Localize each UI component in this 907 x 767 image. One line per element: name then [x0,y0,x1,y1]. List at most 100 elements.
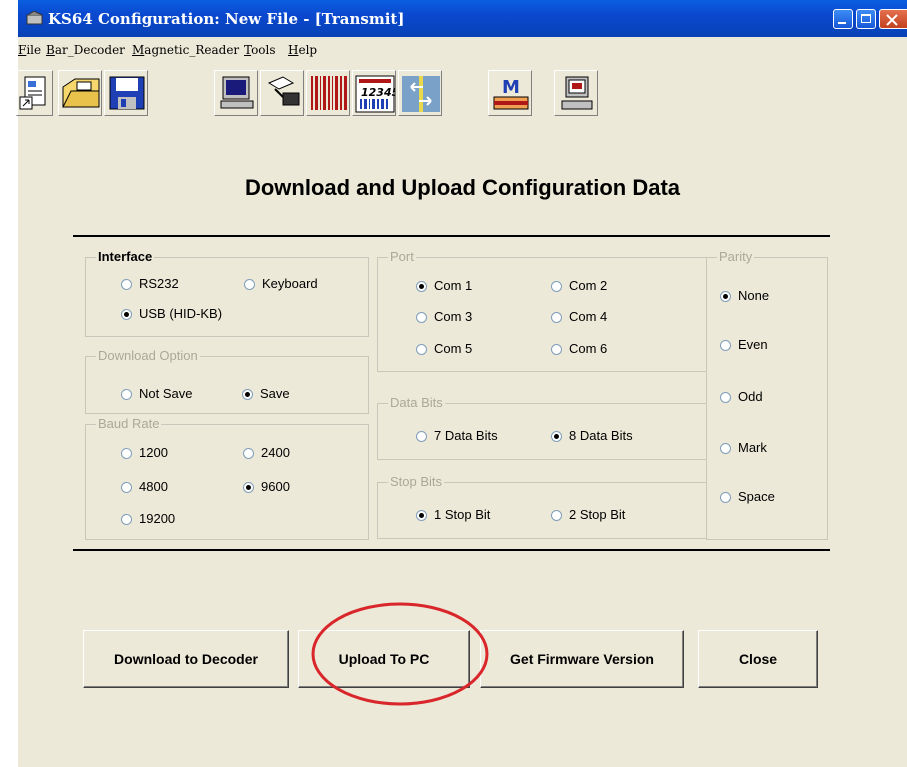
radio-circle [720,392,731,403]
radio-label: 1 Stop Bit [434,507,491,522]
port-group-title: Port [388,249,416,264]
bottom-divider [73,549,830,551]
menu-help[interactable]: Help [288,43,317,57]
radio-circle [121,448,132,459]
radio-com3[interactable]: Com 3 [416,309,472,324]
radio-com1[interactable]: Com 1 [416,278,472,293]
radio-not-save[interactable]: Not Save [121,386,192,401]
radio-2-stop-bit[interactable]: 2 Stop Bit [551,507,625,522]
radio-label: 2 Stop Bit [569,507,626,522]
radio-parity-space[interactable]: Space [720,489,775,504]
radio-parity-even[interactable]: Even [720,337,768,352]
radio-7-data-bits[interactable]: 7 Data Bits [416,428,498,443]
save-button[interactable] [104,70,148,116]
save-disk-icon [109,76,145,110]
computer-button[interactable] [214,70,258,116]
download-option-group-title: Download Option [96,348,200,363]
transfer-button[interactable] [398,70,442,116]
parity-group: Parity None Even Odd Mark Space [706,249,828,540]
radio-circle [551,281,562,292]
stop-bits-group-title: Stop Bits [388,474,445,489]
svg-text:M: M [502,77,520,98]
menu-magnetic-reader[interactable]: Magnetic_Reader [132,43,239,57]
radio-baud-4800[interactable]: 4800 [121,479,168,494]
radio-com2[interactable]: Com 2 [551,278,607,293]
radio-1-stop-bit[interactable]: 1 Stop Bit [416,507,490,522]
radio-baud-19200[interactable]: 19200 [121,511,175,526]
radio-label: Save [260,386,290,401]
port-group: Port Com 1 Com 2 Com 3 Com 4 Com 5 Com 6 [377,249,707,372]
radio-save[interactable]: Save [242,386,290,401]
barcode-numbers-button[interactable]: 12345 [352,70,396,116]
barcode-button[interactable] [306,70,350,116]
main-window: KS64 Configuration: New File - [Transmit… [16,0,907,767]
radio-label: USB (HID-KB) [139,306,223,321]
page-heading: Download and Upload Configuration Data [244,175,681,200]
transfer-arrows-icon [402,76,440,112]
data-bits-group: Data Bits 7 Data Bits 8 Data Bits [377,395,707,460]
svg-text:12345: 12345 [361,86,395,99]
radio-parity-none[interactable]: None [720,288,769,303]
radio-com4[interactable]: Com 4 [551,309,607,324]
open-folder-button[interactable] [58,70,102,116]
terminal-button[interactable] [554,70,598,116]
get-firmware-version-button[interactable]: Get Firmware Version [480,630,684,688]
radio-label: Com 1 [434,278,473,293]
radio-label: Odd [738,389,763,404]
menu-file[interactable]: File [18,43,41,57]
radio-circle [720,443,731,454]
radio-label: Com 5 [434,341,473,356]
radio-usb-hid-kb[interactable]: USB (HID-KB) [121,306,222,321]
radio-baud-9600[interactable]: 9600 [243,479,290,494]
new-file-button[interactable] [16,70,53,116]
minimize-icon [838,22,846,24]
close-window-button[interactable] [879,9,907,29]
download-to-decoder-button[interactable]: Download to Decoder [83,630,289,688]
parity-group-title: Parity [717,249,755,264]
highlight-circle [311,602,489,706]
radio-label: 4800 [139,479,168,494]
radio-circle-selected [416,510,427,521]
radio-parity-odd[interactable]: Odd [720,389,763,404]
minimize-button[interactable] [833,9,853,29]
app-icon [26,11,43,25]
barcode-numbers-icon: 12345 [355,75,395,113]
radio-com5[interactable]: Com 5 [416,341,472,356]
radio-label: Keyboard [262,276,318,291]
radio-label: 19200 [139,511,176,526]
menu-bar-decoder[interactable]: Bar_Decoder [46,43,125,57]
title-bar[interactable]: KS64 Configuration: New File - [Transmit… [18,0,907,37]
radio-label: 7 Data Bits [434,428,498,443]
barcode-icon [311,76,347,110]
radio-parity-mark[interactable]: Mark [720,440,767,455]
radio-baud-2400[interactable]: 2400 [243,445,290,460]
close-button[interactable]: Close [698,630,818,688]
download-option-group: Download Option Not Save Save [85,348,369,414]
radio-label: Space [738,489,775,504]
radio-8-data-bits[interactable]: 8 Data Bits [551,428,633,443]
radio-label: None [738,288,770,303]
computer-icon [220,76,254,109]
radio-circle [121,514,132,525]
magnetic-reader-button[interactable]: M [488,70,532,116]
radio-circle [551,344,562,355]
scanner-button[interactable] [260,70,304,116]
close-icon [886,14,898,26]
radio-label: 2400 [261,445,290,460]
new-file-icon [19,76,46,110]
radio-keyboard[interactable]: Keyboard [244,276,318,291]
radio-circle [551,312,562,323]
maximize-button[interactable] [856,9,876,29]
radio-rs232[interactable]: RS232 [121,276,179,291]
interface-group-title: Interface [96,249,155,264]
radio-baud-1200[interactable]: 1200 [121,445,168,460]
magnetic-card-icon: M [493,77,529,110]
radio-com6[interactable]: Com 6 [551,341,607,356]
toolbar: 12345 M [16,63,907,131]
radio-label: Even [738,337,768,352]
menu-tools[interactable]: Tools [244,43,276,57]
radio-circle [416,431,427,442]
radio-label: Com 3 [434,309,473,324]
radio-circle [121,389,132,400]
radio-circle [416,344,427,355]
